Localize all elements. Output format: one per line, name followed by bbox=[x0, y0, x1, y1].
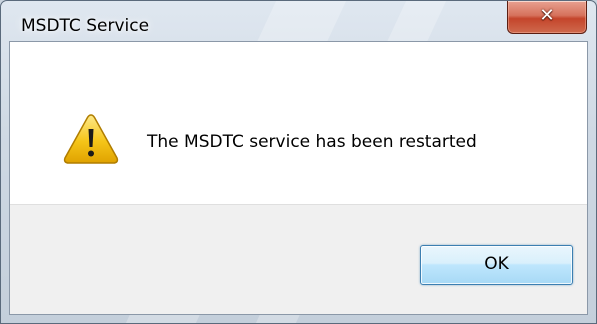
dialog-body: The MSDTC service has been restarted OK bbox=[9, 41, 588, 315]
window-title: MSDTC Service bbox=[21, 16, 150, 36]
dialog-window: MSDTC Service ✕ The MSDTC service has be… bbox=[0, 0, 597, 324]
button-bar: OK bbox=[10, 204, 587, 314]
close-icon: ✕ bbox=[539, 5, 555, 26]
message-area: The MSDTC service has been restarted bbox=[10, 42, 587, 204]
close-button[interactable]: ✕ bbox=[507, 1, 587, 34]
ok-button[interactable]: OK bbox=[420, 245, 573, 285]
dialog-message: The MSDTC service has been restarted bbox=[147, 132, 477, 152]
title-bar[interactable]: MSDTC Service ✕ bbox=[1, 1, 596, 41]
warning-icon bbox=[63, 114, 119, 164]
